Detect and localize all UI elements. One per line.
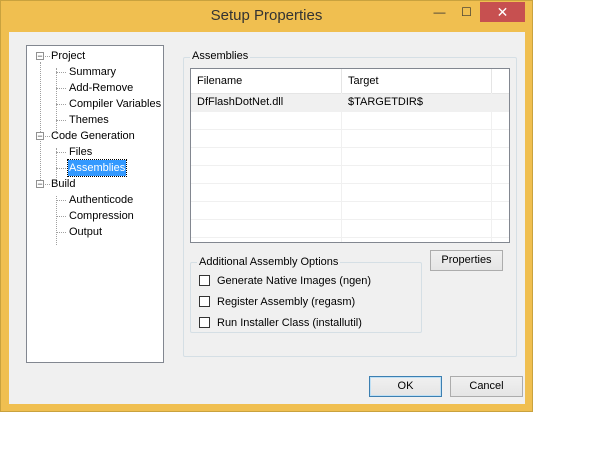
setup-properties-window: Setup Properties — ☐ ✕ − Project Summary: [0, 0, 533, 412]
assemblies-list[interactable]: Filename Target DfFlashDotNet.dll $TARGE…: [190, 68, 510, 243]
collapse-icon[interactable]: −: [36, 52, 44, 61]
tree-item-label: Summary: [69, 66, 117, 78]
cell-target: $TARGETDIR$: [348, 96, 423, 108]
cancel-button[interactable]: Cancel: [450, 376, 523, 397]
tree-item-label: Output: [69, 226, 103, 238]
collapse-icon[interactable]: −: [36, 132, 44, 141]
tree-item-label: Authenticode: [69, 194, 134, 206]
tree-item-label: Files: [69, 146, 93, 158]
dialog-client-area: − Project Summary Add-Remove Compiler Va…: [9, 32, 525, 404]
collapse-icon[interactable]: −: [36, 180, 44, 189]
tree-node-label: Code Generation: [51, 130, 135, 142]
tree-item-label: Themes: [69, 114, 109, 126]
table-row[interactable]: DfFlashDotNet.dll $TARGETDIR$: [191, 94, 509, 112]
maximize-button[interactable]: ☐: [453, 2, 480, 22]
minimize-button[interactable]: —: [426, 2, 453, 22]
regasm-label: Register Assembly (regasm): [217, 296, 356, 308]
tree-item-label-selected: Assemblies: [66, 159, 128, 177]
settings-tree[interactable]: − Project Summary Add-Remove Compiler Va…: [26, 45, 164, 363]
tree-item-label: Add-Remove: [69, 82, 134, 94]
tree-node-label: Build: [51, 178, 76, 190]
title-bar[interactable]: Setup Properties — ☐ ✕: [1, 1, 532, 33]
tree-item-label: Compiler Variables: [69, 98, 162, 110]
installutil-label: Run Installer Class (installutil): [217, 317, 362, 329]
tree-item-label: Compression: [69, 210, 134, 222]
additional-options-label: Additional Assembly Options: [197, 256, 341, 269]
close-button[interactable]: ✕: [480, 2, 525, 22]
ngen-checkbox[interactable]: [199, 275, 210, 286]
ok-button[interactable]: OK: [369, 376, 442, 397]
installutil-checkbox[interactable]: [199, 317, 210, 328]
tree-node-label: Project: [51, 50, 86, 62]
assemblies-group-label: Assemblies: [190, 50, 251, 63]
list-header: Filename Target: [191, 69, 509, 94]
regasm-checkbox[interactable]: [199, 296, 210, 307]
column-header-target[interactable]: Target: [342, 69, 508, 93]
column-header-filename[interactable]: Filename: [191, 69, 341, 93]
properties-button[interactable]: Properties: [430, 250, 503, 271]
cell-filename: DfFlashDotNet.dll: [197, 96, 284, 108]
ngen-label: Generate Native Images (ngen): [217, 275, 372, 287]
